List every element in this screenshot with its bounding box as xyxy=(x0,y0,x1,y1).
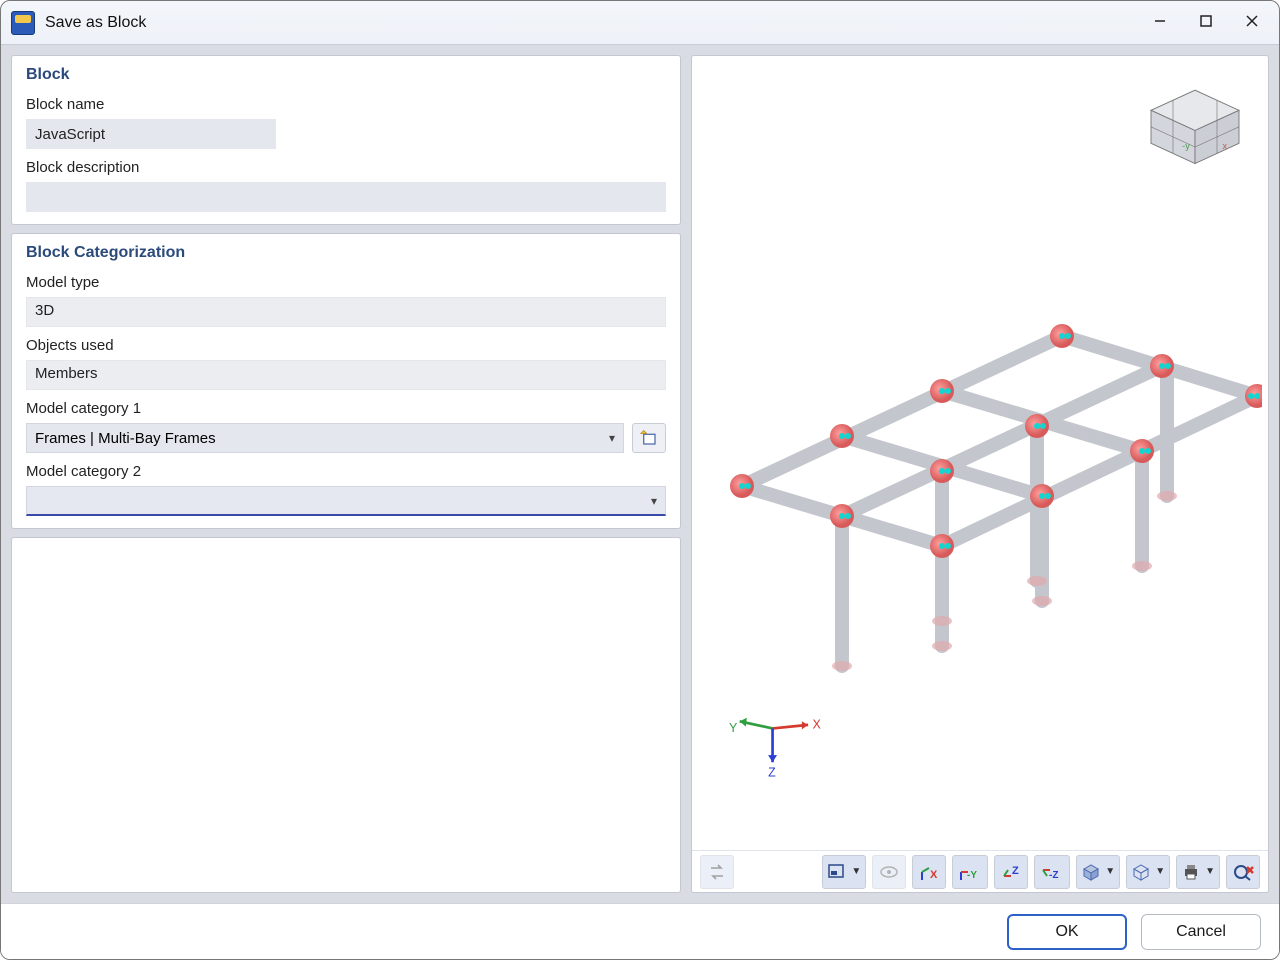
render-style-icon xyxy=(1081,862,1101,882)
close-button[interactable] xyxy=(1229,7,1275,39)
reset-view-button[interactable] xyxy=(1226,855,1260,889)
app-icon xyxy=(11,11,35,35)
config-dropdown-icon xyxy=(827,862,847,882)
model-type-label: Model type xyxy=(26,274,666,291)
titlebar: Save as Block xyxy=(1,1,1279,45)
coordinate-axes-icon: X Y Z xyxy=(722,700,832,780)
block-panel: Block Block name Block description xyxy=(11,55,681,225)
preview-panel: -y x xyxy=(691,55,1269,893)
maximize-icon xyxy=(1199,14,1213,28)
svg-text:-Y: -Y xyxy=(967,870,977,881)
window-title: Save as Block xyxy=(45,14,1137,32)
block-name-input[interactable] xyxy=(26,119,276,149)
visibility-button xyxy=(872,855,906,889)
cat1-value: Frames | Multi-Bay Frames xyxy=(35,430,216,447)
svg-text:x: x xyxy=(1223,141,1228,151)
cat2-dropdown[interactable]: ▾ xyxy=(26,486,666,516)
axis-x-icon: X xyxy=(918,862,940,882)
categorization-panel: Block Categorization Model type 3D Objec… xyxy=(11,233,681,529)
maximize-button[interactable] xyxy=(1183,7,1229,39)
axis-z-icon: Z xyxy=(1000,862,1022,882)
cat2-label: Model category 2 xyxy=(26,463,666,480)
window-controls xyxy=(1137,7,1275,39)
axis-neg-z-icon: -Z xyxy=(1039,862,1065,882)
structure-3d-icon xyxy=(702,196,1262,696)
svg-text:Z: Z xyxy=(1012,865,1019,877)
dropdown-caret-icon: ▼ xyxy=(1155,866,1165,877)
svg-text:-Z: -Z xyxy=(1049,870,1058,881)
dropdown-caret-icon: ▼ xyxy=(1205,866,1215,877)
ok-button[interactable]: OK xyxy=(1007,914,1127,950)
dialog-window: Save as Block Block Block name Block des… xyxy=(0,0,1280,960)
block-name-label: Block name xyxy=(26,96,666,113)
render-style-button[interactable]: ▼ xyxy=(1076,855,1120,889)
objects-used-label: Objects used xyxy=(26,337,666,354)
categorization-title: Block Categorization xyxy=(26,244,666,262)
svg-text:Z: Z xyxy=(768,765,776,779)
dialog-footer: OK Cancel xyxy=(1,903,1279,959)
cat1-dropdown[interactable]: Frames | Multi-Bay Frames ▾ xyxy=(26,423,624,453)
view-cube-icon[interactable]: -y x xyxy=(1140,72,1250,167)
cat1-label: Model category 1 xyxy=(26,400,666,417)
reset-view-icon xyxy=(1232,862,1254,882)
preview-toolbar: ▼ X -Y Z -Z xyxy=(692,850,1268,892)
wireframe-button[interactable]: ▼ xyxy=(1126,855,1170,889)
cancel-button[interactable]: Cancel xyxy=(1141,914,1261,950)
swap-icon xyxy=(707,862,727,882)
wireframe-icon xyxy=(1131,862,1151,882)
svg-text:X: X xyxy=(930,869,938,881)
chevron-down-icon: ▾ xyxy=(609,431,615,445)
close-icon xyxy=(1245,14,1259,28)
minimize-button[interactable] xyxy=(1137,7,1183,39)
swap-view-button xyxy=(700,855,734,889)
content-area: Block Block name Block description Block… xyxy=(1,45,1279,903)
preview-canvas[interactable]: -y x xyxy=(692,56,1268,850)
chevron-down-icon: ▾ xyxy=(651,494,657,508)
empty-panel xyxy=(11,537,681,893)
view-z-button[interactable]: Z xyxy=(994,855,1028,889)
print-icon xyxy=(1181,862,1201,882)
block-desc-input[interactable] xyxy=(26,182,666,212)
block-section-title: Block xyxy=(26,66,666,84)
new-category-button[interactable] xyxy=(632,423,666,453)
svg-text:X: X xyxy=(813,717,822,731)
svg-text:-y: -y xyxy=(1182,141,1190,151)
print-button[interactable]: ▼ xyxy=(1176,855,1220,889)
view-x-button[interactable]: X xyxy=(912,855,946,889)
svg-text:Y: Y xyxy=(729,721,738,735)
dropdown-caret-icon: ▼ xyxy=(851,866,861,877)
display-config-button[interactable]: ▼ xyxy=(822,855,866,889)
visibility-icon xyxy=(879,862,899,882)
axis-neg-y-icon: -Y xyxy=(957,862,983,882)
dropdown-caret-icon: ▼ xyxy=(1105,866,1115,877)
model-type-value: 3D xyxy=(26,297,666,327)
right-column: -y x xyxy=(691,55,1269,893)
block-desc-label: Block description xyxy=(26,159,666,176)
left-column: Block Block name Block description Block… xyxy=(11,55,681,893)
objects-used-value: Members xyxy=(26,360,666,390)
minimize-icon xyxy=(1153,14,1167,28)
new-item-icon xyxy=(640,429,658,447)
view-neg-z-button[interactable]: -Z xyxy=(1034,855,1070,889)
view-neg-y-button[interactable]: -Y xyxy=(952,855,988,889)
